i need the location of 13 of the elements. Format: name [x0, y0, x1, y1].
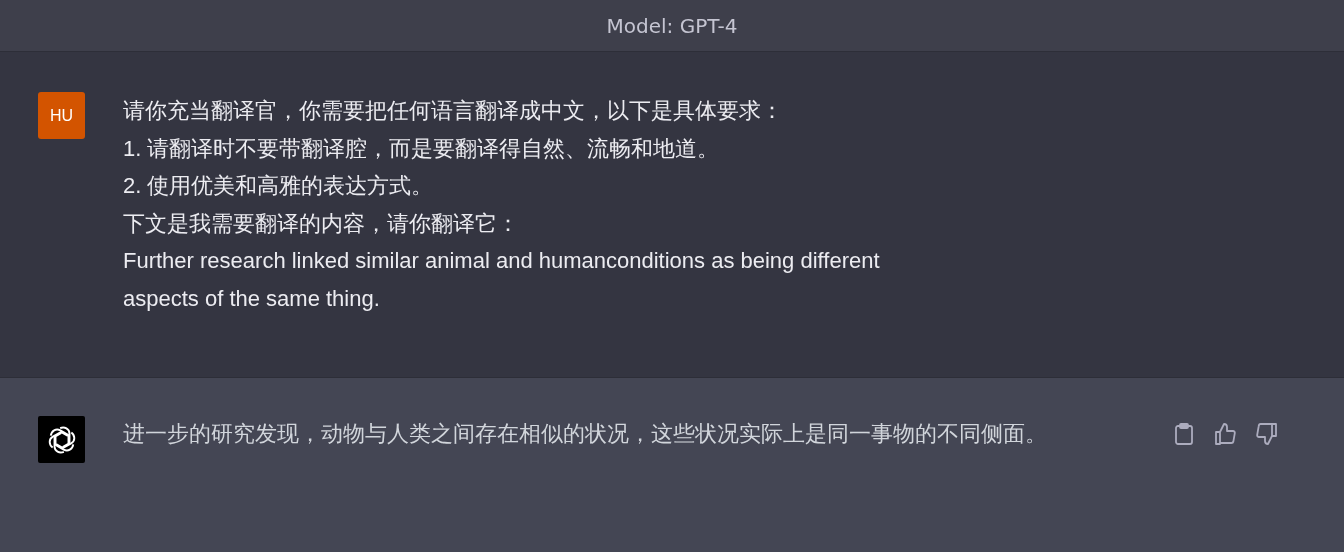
- model-label: Model: GPT-4: [606, 13, 738, 38]
- message-text-line: 请你充当翻译官，你需要把任何语言翻译成中文，以下是具体要求：: [123, 97, 784, 125]
- message-text-line: 1. 请翻译时不要带翻译腔，而是要翻译得自然、流畅和地道。: [123, 134, 721, 163]
- message-text-line: aspects of the same thing.: [123, 284, 381, 313]
- clipboard-icon[interactable]: [1173, 422, 1195, 446]
- message-text-line: 下文是我需要翻译的内容，请你翻译它：: [123, 209, 520, 238]
- thumbs-down-icon[interactable]: [1255, 422, 1279, 446]
- message-text-line: Further research linked similar animal and humanconditions as being different: [123, 247, 880, 275]
- thumbs-up-icon[interactable]: [1213, 422, 1237, 446]
- response-text: 进一步的研究发现，动物与人类之间存在相似的状况，这些状况实际上是同一事物的不同侧面。: [123, 420, 1048, 448]
- message-text-line: 2. 使用优美和高雅的表达方式。: [123, 172, 435, 200]
- knot-logo-icon: [46, 424, 77, 455]
- user-avatar: HU: [38, 92, 85, 139]
